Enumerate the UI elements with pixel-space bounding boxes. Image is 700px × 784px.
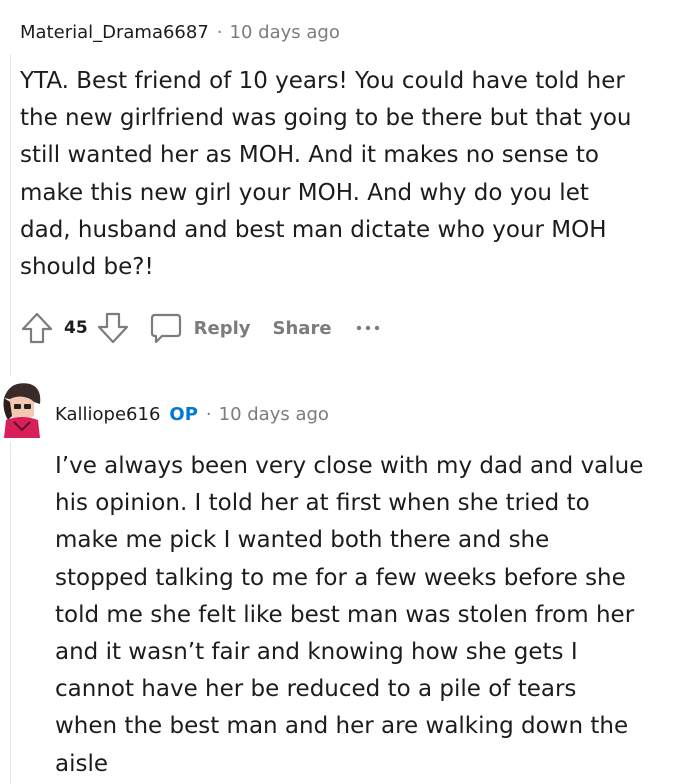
comment-header: Kalliope616 OP · 10 days ago: [55, 404, 329, 425]
comment-action-bar: 45 Reply Share: [20, 308, 384, 348]
more-options-button[interactable]: [354, 323, 384, 333]
comment-body-line: his opinion. I told her at first when sh…: [55, 490, 590, 517]
comment-body: YTA. Best friend of 10 years! You could …: [20, 63, 631, 286]
comment-body-line: still wanted her as MOH. And it makes no…: [20, 142, 599, 169]
comment-body-line: should be?!: [20, 254, 154, 281]
comment-author[interactable]: Kalliope616: [55, 404, 160, 425]
ellipsis-icon: [356, 325, 379, 331]
reply-label: Reply: [193, 317, 251, 339]
comment-body-line: and it wasn’t fair and knowing how she g…: [55, 639, 578, 666]
comment-author[interactable]: Material_Drama6687: [20, 22, 209, 43]
avatar[interactable]: [0, 376, 44, 442]
comment-body-line: I’ve always been very close with my dad …: [55, 453, 644, 479]
downvote-arrow-icon[interactable]: [96, 311, 130, 345]
comment-body-line: told me she felt like best man was stole…: [55, 601, 635, 628]
speech-bubble-icon: [148, 311, 184, 345]
op-badge: OP: [169, 404, 198, 425]
comment-body-line: when the best man and her are walking do…: [55, 713, 629, 740]
meta-separator: ·: [216, 22, 223, 43]
comment-body-line: stopped talking to me for a few weeks be…: [55, 564, 626, 591]
comment-body-line: make this new girl your MOH. And why do …: [20, 179, 589, 206]
comment-timestamp[interactable]: 10 days ago: [219, 404, 329, 425]
vote-score: 45: [64, 318, 88, 338]
comment-body-line: YTA. Best friend of 10 years! You could …: [20, 68, 625, 94]
upvote-arrow-icon[interactable]: [20, 311, 54, 345]
comment-body-line: the new girlfriend was going to be there…: [20, 105, 632, 132]
comment-timestamp[interactable]: 10 days ago: [230, 22, 340, 43]
comment-body: I’ve always been very close with my dad …: [55, 448, 643, 783]
comment-body-line: cannot have her be reduced to a pile of …: [55, 676, 577, 703]
comment-body-line: dad, husband and best man dictate who yo…: [20, 216, 607, 243]
comment-header: Material_Drama6687 · 10 days ago: [20, 22, 340, 43]
meta-separator: ·: [205, 404, 212, 425]
comment-body-line: aisle: [55, 750, 109, 777]
comment-body-line: make me pick I wanted both there and she: [55, 527, 550, 554]
share-button[interactable]: Share: [273, 318, 332, 339]
reply-button[interactable]: Reply: [148, 311, 251, 345]
